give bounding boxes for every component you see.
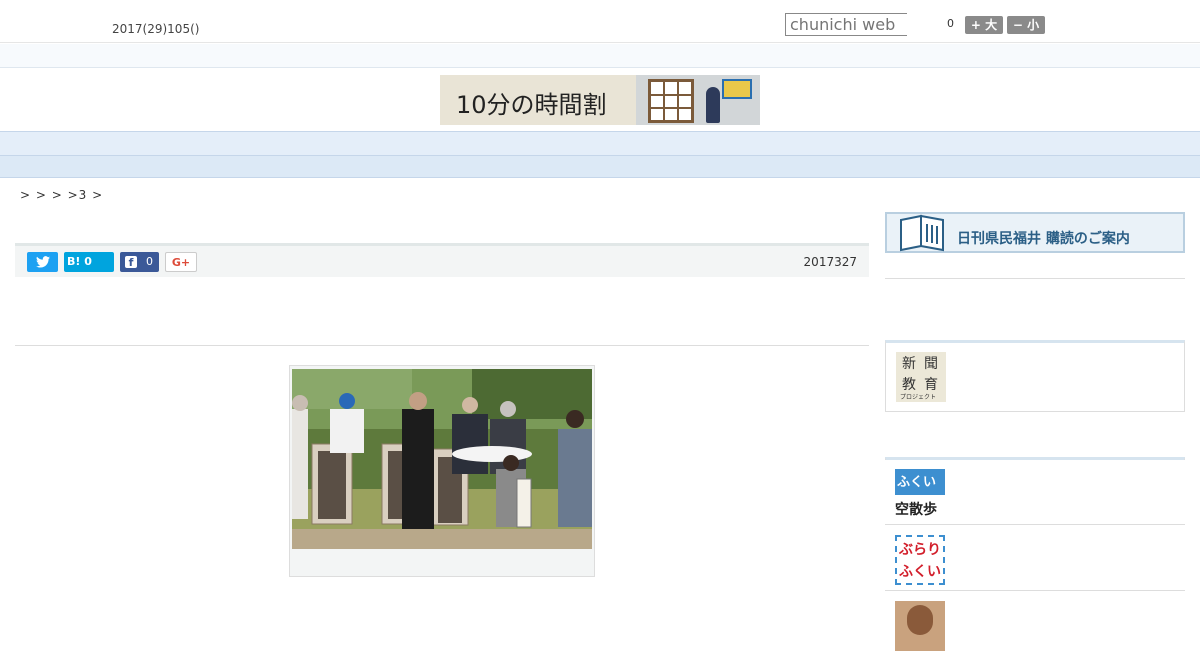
subscribe-banner[interactable]: 日刊県民福井 購読のご案内 [885,212,1185,253]
sidebar-divider [885,278,1185,279]
presenter-figure [706,87,720,123]
badge-char: 聞 [924,356,938,372]
sub-nav [0,156,1200,178]
screen-graphic [722,79,752,99]
main-nav [0,131,1200,156]
facebook-count: 0 [146,255,153,268]
divider [15,345,869,346]
education-project-box: 新 聞 教 育 プロジェクト [885,340,1185,412]
font-smaller-button[interactable]: − 小 [1007,16,1045,34]
portrait-thumbnail [895,601,945,651]
burari-fukui-badge: ぶらり ふくい [895,535,945,585]
font-size-value: 0 [947,17,954,30]
list-item[interactable] [885,591,1185,657]
top-bar: 2017(29)105() 0 + 大 − 小 [0,0,1200,43]
window-graphic [648,79,694,123]
fukui-sky-walk-badge: ふくい 空散歩 [895,469,945,519]
googleplus-share-button[interactable]: G+ [165,252,197,272]
banner-image [636,75,760,125]
banner-title: 10分の時間割 [456,91,607,119]
hatena-count: 0 [84,255,92,268]
font-bigger-button[interactable]: + 大 [965,16,1003,34]
facebook-icon: f [125,256,137,269]
timetable-banner[interactable]: 10分の時間割 [440,75,760,125]
article-figure [289,365,595,577]
book-icon [900,214,944,252]
badge-char: 教 [902,377,916,393]
facebook-share-button[interactable]: f 0 [120,252,159,272]
badge-bottom-text: ふくい [899,564,941,580]
list-item[interactable]: ふくい 空散歩 [885,459,1185,525]
sub-header-bar [0,44,1200,68]
badge-char: 新 [902,356,916,372]
badge-top-text: ふくい [897,475,937,490]
hatena-bookmark-button[interactable]: B! 0 [64,252,114,272]
twitter-share-button[interactable] [27,252,58,272]
education-project-badge[interactable]: 新 聞 教 育 プロジェクト [896,352,946,402]
breadcrumb[interactable]: > > > >3 > [20,188,103,202]
subscribe-banner-text: 日刊県民福井 購読のご案内 [957,231,1130,247]
article-photo[interactable] [292,369,592,549]
hatena-icon: B! [67,255,81,268]
badge-bottom-text: 空散歩 [895,502,937,518]
article-date: 2017327 [803,255,857,269]
badge-top-text: ぶらり [899,542,941,558]
share-bar: B! 0 f 0 G+ 2017327 [15,243,869,277]
badge-caption: プロジェクト [900,394,937,401]
list-item[interactable]: ぶらり ふくい [885,525,1185,591]
current-date: 2017(29)105() [112,22,200,36]
twitter-icon [35,256,50,268]
badge-char: 育 [924,377,938,393]
search-input[interactable] [785,13,907,36]
ceremony-photo [292,369,592,549]
